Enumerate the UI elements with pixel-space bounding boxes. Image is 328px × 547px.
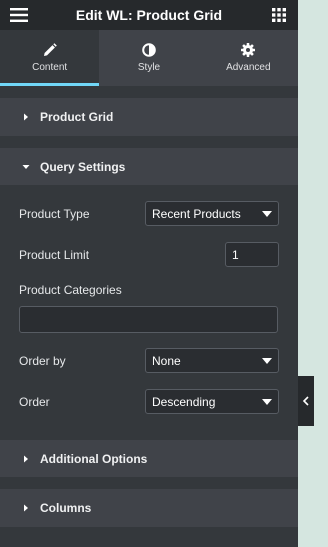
panel-header: Edit WL: Product Grid xyxy=(0,0,298,30)
collapse-panel-button[interactable] xyxy=(298,376,314,426)
tab-advanced[interactable]: Advanced xyxy=(199,30,298,86)
order-by-select[interactable]: None xyxy=(145,348,279,373)
order-row: Order Descending xyxy=(19,389,279,414)
order-select[interactable]: Descending xyxy=(145,389,279,414)
section-additional-options-label: Additional Options xyxy=(40,451,148,466)
chevron-down-icon xyxy=(262,210,272,217)
order-by-label: Order by xyxy=(19,353,66,368)
tab-content-label: Content xyxy=(32,62,68,73)
order-label: Order xyxy=(19,394,50,409)
section-columns[interactable]: Columns xyxy=(0,489,298,527)
caret-right-icon xyxy=(24,504,28,512)
caret-down-icon xyxy=(22,164,30,169)
tab-content[interactable]: Content xyxy=(0,30,100,86)
product-type-select[interactable]: Recent Products xyxy=(145,201,279,226)
tab-style-label: Style xyxy=(137,62,161,73)
product-limit-row: Product Limit xyxy=(19,242,279,267)
chevron-down-icon xyxy=(262,357,272,364)
product-type-row: Product Type Recent Products xyxy=(19,201,279,226)
section-query-settings[interactable]: Query Settings xyxy=(0,148,298,185)
order-value: Descending xyxy=(152,394,216,409)
product-categories-block: Product Categories xyxy=(19,283,279,333)
chevron-down-icon xyxy=(262,398,272,405)
caret-right-icon xyxy=(24,113,28,121)
tab-advanced-label: Advanced xyxy=(226,62,271,73)
product-limit-label: Product Limit xyxy=(19,247,90,262)
product-type-value: Recent Products xyxy=(152,206,241,221)
pencil-icon xyxy=(43,43,57,56)
section-additional-options[interactable]: Additional Options xyxy=(0,440,298,477)
section-query-settings-label: Query Settings xyxy=(40,159,126,174)
order-by-row: Order by None xyxy=(19,348,279,373)
section-product-grid-label: Product Grid xyxy=(40,110,114,124)
product-categories-input[interactable] xyxy=(19,306,278,333)
order-by-value: None xyxy=(152,353,181,368)
half-circle-icon xyxy=(142,43,156,57)
query-settings-body: Product Type Recent Products Product Lim… xyxy=(0,201,298,414)
chevron-left-icon xyxy=(302,396,309,406)
caret-right-icon xyxy=(24,455,28,462)
product-categories-label: Product Categories xyxy=(19,283,122,297)
menu-icon[interactable] xyxy=(10,8,28,22)
product-limit-input[interactable] xyxy=(225,242,279,267)
panel-title: Edit WL: Product Grid xyxy=(75,7,223,23)
product-type-label: Product Type xyxy=(19,206,90,221)
section-columns-label: Columns xyxy=(40,501,92,515)
gear-icon xyxy=(241,43,256,57)
panel-tabs: Content Style Advanced xyxy=(0,30,298,86)
apps-grid-icon[interactable] xyxy=(272,8,286,22)
editor-panel: Edit WL: Product Grid Content Style Adva… xyxy=(0,0,298,547)
section-product-grid[interactable]: Product Grid xyxy=(0,98,298,136)
tab-style[interactable]: Style xyxy=(99,30,198,86)
